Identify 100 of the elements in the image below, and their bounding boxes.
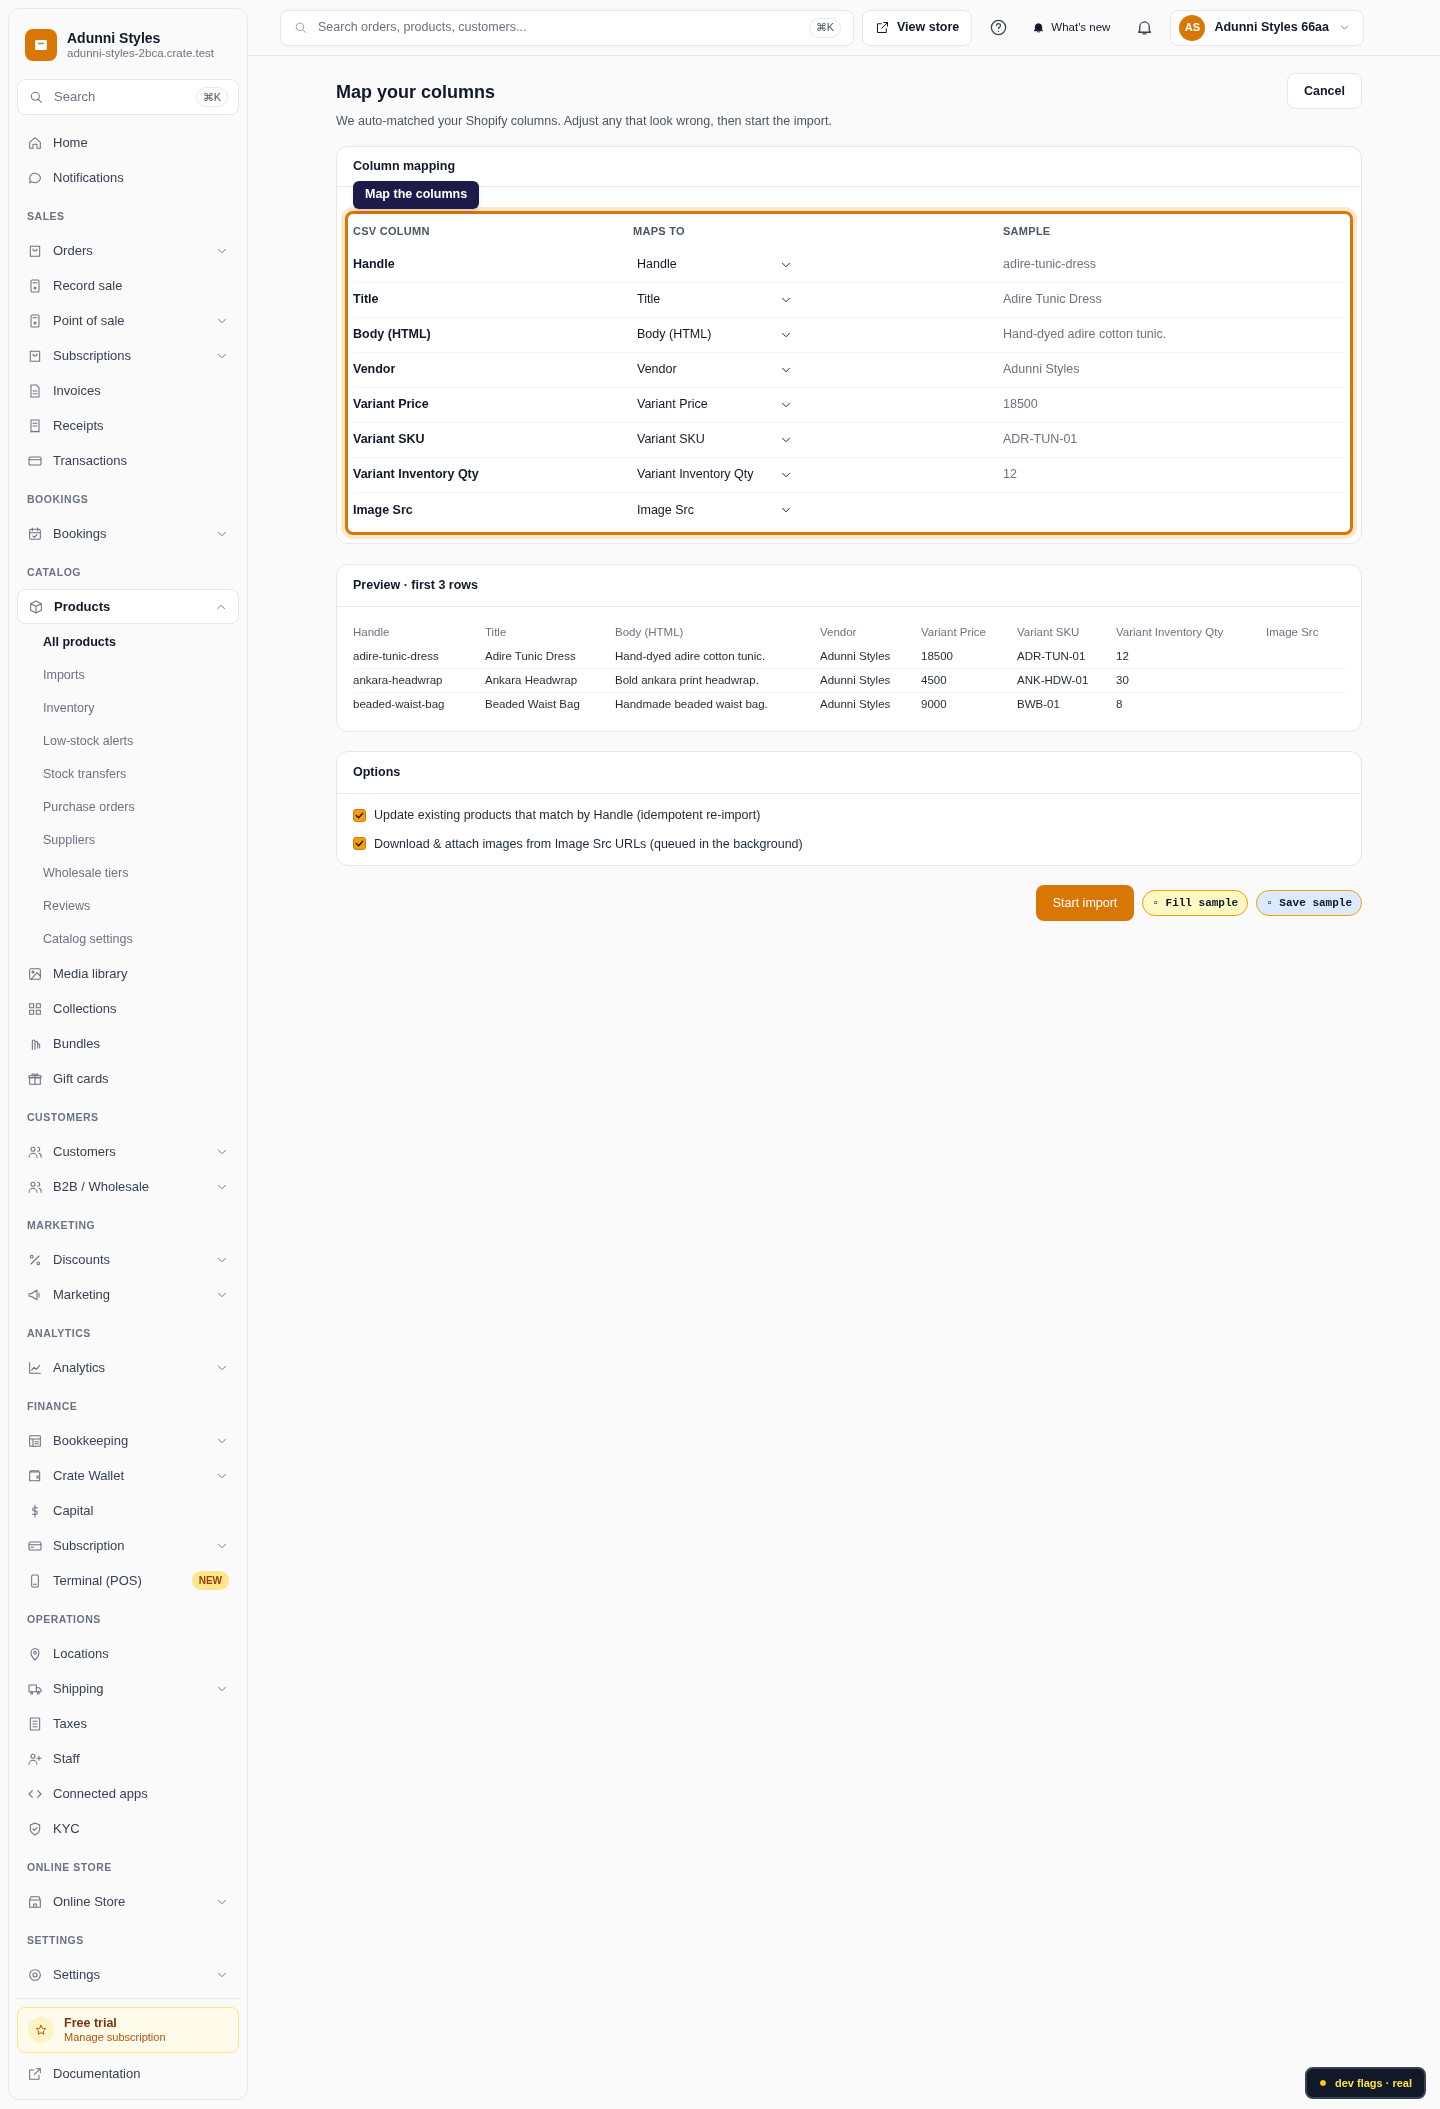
nav-item[interactable]: Shipping — [17, 1671, 239, 1706]
checkbox[interactable] — [353, 808, 366, 822]
nav-item[interactable]: Taxes — [17, 1706, 239, 1741]
nav-item[interactable]: Discounts — [17, 1242, 239, 1277]
nav-item[interactable]: Media library — [17, 956, 239, 991]
nav-item[interactable]: Online Store — [17, 1884, 239, 1919]
nav-item[interactable]: Staff — [17, 1741, 239, 1776]
nav-item[interactable]: Gift cards — [17, 1061, 239, 1096]
nav-item[interactable]: Locations — [17, 1636, 239, 1671]
document-icon — [27, 382, 43, 399]
nav-item[interactable]: Transactions — [17, 443, 239, 478]
nav-item[interactable]: Receipts — [17, 408, 239, 443]
table-cell-text: BWB-01 — [1017, 697, 1061, 713]
select-value: Handle — [637, 256, 677, 274]
dev-flags-pill[interactable]: dev flags · real — [1304, 2067, 1426, 2099]
nav-item[interactable]: Notifications — [17, 160, 239, 195]
cube-icon — [28, 598, 44, 615]
nav-item[interactable]: Record sale — [17, 268, 239, 303]
nav-item[interactable]: Orders — [17, 233, 239, 268]
mapping-select[interactable]: Variant Inventory Qty — [633, 460, 793, 489]
section-heading: MARKETING — [27, 1218, 96, 1234]
nav-label: Staff — [53, 1749, 81, 1768]
column-header: Title — [485, 625, 508, 641]
subnav-item[interactable]: Imports — [43, 666, 85, 685]
subnav-item[interactable]: Inventory — [43, 699, 95, 718]
nav-item[interactable]: Connected apps — [17, 1776, 239, 1811]
nav-item[interactable]: Terminal (POS) NEW — [17, 1563, 239, 1598]
nav-item[interactable]: Bookkeeping — [17, 1423, 239, 1458]
nav-item[interactable]: Customers — [17, 1134, 239, 1169]
trial-card[interactable]: Free trial Manage subscription — [17, 2007, 239, 2053]
sample-value: Adire Tunic Dress — [1003, 291, 1103, 309]
column-header: Image Src — [1266, 625, 1320, 641]
csv-column-name: Variant Price — [353, 396, 430, 414]
mapping-select[interactable]: Vendor — [633, 355, 793, 384]
search-field[interactable]: Search orders, products, customers... ⌘K — [280, 9, 854, 46]
gift-icon — [27, 1070, 43, 1087]
dev-sample-button[interactable]: ▫ Save sample — [1256, 890, 1362, 917]
pin-icon — [27, 1645, 43, 1662]
nav-item[interactable]: Collections — [17, 991, 239, 1026]
mapping-select[interactable]: Image Src — [633, 496, 793, 525]
mapping-select[interactable]: Variant SKU — [633, 425, 793, 454]
search-input[interactable]: Search orders, products, customers... — [318, 18, 799, 37]
subnav-item[interactable]: Stock transfers — [43, 765, 127, 784]
cancel-button[interactable]: Cancel — [1287, 73, 1362, 109]
documentation-link[interactable]: Documentation — [17, 2057, 239, 2091]
account-menu[interactable]: AS Adunni Styles 66aa — [1170, 9, 1364, 46]
table-cell-text: Adunni Styles — [820, 648, 892, 664]
nav-label: KYC — [53, 1819, 81, 1838]
nav-item[interactable]: Capital — [17, 1493, 239, 1528]
select-value: Variant Inventory Qty — [637, 466, 754, 484]
calendar-icon — [27, 525, 43, 542]
nav-item[interactable]: Analytics — [17, 1350, 239, 1385]
mapping-select[interactable]: Body (HTML) — [633, 320, 793, 349]
whats-new-button[interactable]: What's new — [1024, 9, 1119, 46]
nav-item[interactable]: Home — [17, 125, 239, 160]
search-field[interactable]: Search ⌘K — [17, 79, 239, 115]
csv-column-name: Image Src — [353, 501, 414, 519]
nav-item[interactable]: Subscriptions — [17, 338, 239, 373]
nav-item[interactable]: B2B / Wholesale — [17, 1169, 239, 1204]
home-icon — [27, 134, 43, 151]
column-header: Vendor — [820, 625, 858, 641]
subnav-item[interactable]: Catalog settings — [43, 930, 133, 949]
subnav-item[interactable]: Purchase orders — [43, 798, 135, 817]
table-cell-text: ANK-HDW-01 — [1017, 672, 1090, 688]
checkbox[interactable] — [353, 837, 366, 851]
nav-item[interactable]: Invoices — [17, 373, 239, 408]
nav-item[interactable]: Point of sale — [17, 303, 239, 338]
view-store-button[interactable]: View store — [862, 9, 973, 46]
subnav-item[interactable]: All products — [43, 633, 116, 652]
table-cell-text: Ankara Headwrap — [485, 672, 579, 688]
nav-item[interactable]: Bookings — [17, 516, 239, 551]
select-value: Vendor — [637, 361, 677, 379]
nav-item[interactable]: Settings — [17, 1957, 239, 1992]
nav-item[interactable]: Crate Wallet — [17, 1458, 239, 1493]
mapping-select[interactable]: Handle — [633, 250, 793, 279]
column-header: Handle — [353, 625, 391, 641]
card-title: Options — [353, 763, 401, 781]
section-heading: ANALYTICS — [27, 1326, 91, 1342]
section-heading: CATALOG — [27, 565, 82, 581]
dev-sample-button[interactable]: ▫ Fill sample — [1142, 890, 1249, 917]
nav-item[interactable]: KYC — [17, 1811, 239, 1846]
table-cell-text: 8 — [1116, 697, 1124, 713]
mapping-select[interactable]: Variant Price — [633, 390, 793, 419]
table-cell-text: Beaded Waist Bag — [485, 697, 581, 713]
search-input[interactable]: Search — [54, 87, 186, 107]
subnav-item[interactable]: Wholesale tiers — [43, 864, 129, 883]
account-name: Adunni Styles 66aa — [1214, 19, 1329, 37]
subnav-item[interactable]: Reviews — [43, 897, 91, 916]
nav-item[interactable]: Subscription — [17, 1528, 239, 1563]
subnav-item[interactable]: Low-stock alerts — [43, 732, 134, 751]
nav-label: Subscriptions — [53, 346, 133, 365]
register-icon — [27, 312, 43, 329]
nav-label: Marketing — [53, 1285, 112, 1304]
select-value: Variant Price — [637, 396, 708, 414]
nav-item[interactable]: Bundles — [17, 1026, 239, 1061]
mapping-select[interactable]: Title — [633, 285, 793, 314]
nav-item[interactable]: Marketing — [17, 1277, 239, 1312]
nav-item[interactable]: Products — [17, 589, 239, 624]
manage-subscription-link[interactable]: Manage subscription — [64, 2030, 166, 2044]
subnav-item[interactable]: Suppliers — [43, 831, 96, 850]
